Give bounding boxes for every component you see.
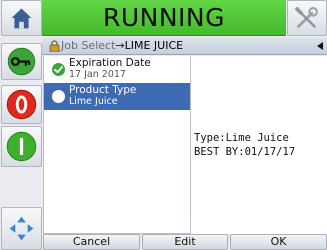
status-text: RUNNING [102, 3, 226, 32]
label-preview: Type:Lime Juice BEST BY:01/17/17 [191, 56, 327, 234]
home-button[interactable] [1, 0, 42, 36]
list-item-title: Expiration Date [69, 57, 151, 69]
check-icon [52, 63, 65, 76]
key-icon [7, 47, 36, 76]
list-item-subtitle: 17 Jan 2017 [69, 69, 126, 80]
start-button[interactable] [1, 126, 42, 167]
lock-icon [49, 40, 60, 52]
ok-button[interactable]: OK [230, 234, 327, 250]
collapse-arrow-icon[interactable] [316, 42, 324, 50]
breadcrumb-current: LIME JUICE [124, 39, 184, 52]
breadcrumb-separator: → [115, 39, 125, 52]
start-icon [6, 131, 37, 162]
tools-icon [295, 7, 318, 28]
preview-line-type: Type:Lime Juice [194, 132, 289, 144]
list-item-subtitle: Lime Juice [69, 96, 118, 107]
navigation-button[interactable] [1, 207, 42, 250]
selection-indicator-icon [52, 90, 65, 103]
tools-button[interactable] [287, 0, 327, 36]
stop-icon [6, 89, 37, 120]
status-banner: RUNNING [42, 0, 286, 36]
home-icon [11, 8, 32, 29]
edit-button[interactable]: Edit [142, 234, 228, 250]
list-item-product-type[interactable]: Product Type Lime Juice [44, 83, 190, 110]
navigate-arrows-icon [9, 216, 34, 241]
breadcrumb: Job Select→LIME JUICE [42, 38, 327, 55]
cancel-button[interactable]: Cancel [43, 234, 140, 250]
login-button[interactable] [1, 43, 42, 80]
preview-line-best-by: BEST BY:01/17/17 [194, 146, 296, 158]
list-item-title: Product Type [69, 84, 137, 96]
list-item-expiration-date[interactable]: Expiration Date 17 Jan 2017 [44, 56, 190, 83]
stop-button[interactable] [1, 85, 42, 124]
field-list: Expiration Date 17 Jan 2017 Product Type… [43, 56, 191, 234]
breadcrumb-parent[interactable]: Job Select [61, 39, 115, 52]
